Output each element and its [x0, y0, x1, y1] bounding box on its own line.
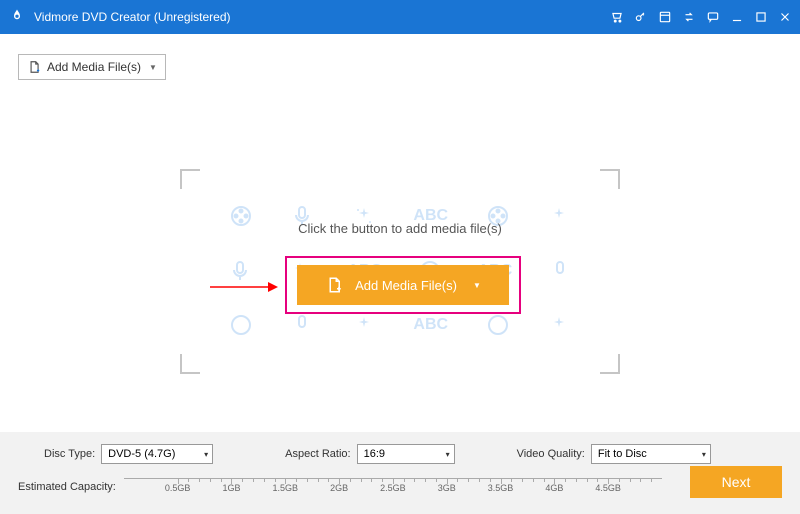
titlebar-actions — [610, 10, 792, 24]
bottom-bar: Disc Type: DVD-5 (4.7G) Aspect Ratio: 16… — [0, 432, 800, 514]
film-reel-icon — [229, 313, 253, 337]
key-icon[interactable] — [634, 10, 648, 24]
ruler-tick-label: 3GB — [438, 483, 456, 493]
chevron-down-icon: ▼ — [149, 63, 157, 72]
ruler-tick-label: 4.5GB — [595, 483, 621, 493]
add-media-button-main[interactable]: Add Media File(s) ▼ — [297, 265, 509, 305]
disc-type-select[interactable]: DVD-5 (4.7G) — [101, 444, 213, 464]
main-content: Add Media File(s) ▼ ABC ABC ABC — [0, 34, 800, 432]
corner-decoration — [180, 354, 200, 374]
microphone-icon — [290, 313, 314, 337]
corner-decoration — [600, 169, 620, 189]
aspect-ratio-label: Aspect Ratio: — [285, 448, 350, 460]
minimize-icon[interactable] — [730, 10, 744, 24]
sparkle-icon — [547, 313, 571, 337]
add-media-top-label: Add Media File(s) — [47, 60, 141, 74]
ruler-tick-label: 1GB — [222, 483, 240, 493]
video-quality-label: Video Quality: — [517, 448, 585, 460]
ruler-tick-label: 4GB — [545, 483, 563, 493]
sparkle-icon — [352, 313, 376, 337]
film-reel-icon — [486, 313, 510, 337]
output-controls: Disc Type: DVD-5 (4.7G) Aspect Ratio: 16… — [18, 444, 782, 464]
app-logo-icon — [8, 8, 26, 26]
disc-type-label: Disc Type: — [44, 448, 95, 460]
corner-decoration — [180, 169, 200, 189]
chevron-down-icon: ▼ — [473, 281, 481, 290]
capacity-label: Estimated Capacity: — [18, 481, 116, 493]
menu-template-icon[interactable] — [658, 10, 672, 24]
cart-icon[interactable] — [610, 10, 624, 24]
capacity-ruler: 0.5GB 1GB 1.5GB 2GB 2.5GB 3GB 3.5GB 4GB 4.5GB — [124, 478, 662, 496]
abc-text: ABC — [413, 316, 448, 334]
close-icon[interactable] — [778, 10, 792, 24]
add-media-main-label: Add Media File(s) — [355, 278, 457, 293]
maximize-icon[interactable] — [754, 10, 768, 24]
annotation-highlight: Add Media File(s) ▼ — [285, 256, 521, 314]
video-quality-select[interactable]: Fit to Disc — [591, 444, 711, 464]
document-plus-icon — [325, 276, 343, 294]
dropzone-prompt: Click the button to add media file(s) — [180, 221, 620, 236]
add-media-button-top[interactable]: Add Media File(s) ▼ — [18, 54, 166, 80]
app-title: Vidmore DVD Creator (Unregistered) — [34, 10, 610, 24]
dropzone: ABC ABC ABC ABC Click the button — [180, 169, 620, 374]
ruler-tick-label: 0.5GB — [165, 483, 191, 493]
ruler-tick-label: 3.5GB — [488, 483, 514, 493]
capacity-row: Estimated Capacity: 0.5GB 1GB 1.5GB 2GB 2.5G… — [18, 478, 782, 496]
titlebar: Vidmore DVD Creator (Unregistered) — [0, 0, 800, 34]
microphone-icon — [548, 259, 572, 283]
annotation-arrow — [210, 279, 278, 295]
aspect-ratio-select[interactable]: 16:9 — [357, 444, 455, 464]
document-plus-icon — [27, 60, 41, 74]
corner-decoration — [600, 354, 620, 374]
feedback-icon[interactable] — [706, 10, 720, 24]
next-button[interactable]: Next — [690, 466, 782, 498]
ruler-tick-label: 1.5GB — [273, 483, 299, 493]
convert-icon[interactable] — [682, 10, 696, 24]
ruler-tick-label: 2.5GB — [380, 483, 406, 493]
ruler-tick-label: 2GB — [330, 483, 348, 493]
